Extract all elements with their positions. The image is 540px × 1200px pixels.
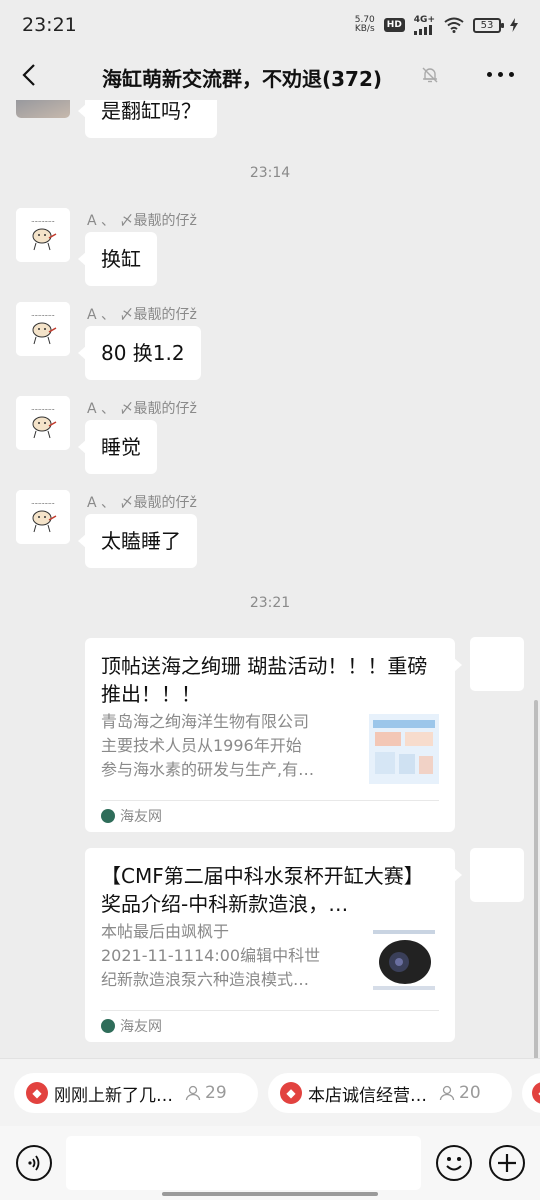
- message-list[interactable]: 是翻缸吗？ 23:14 ~~~~~~~ A 、 〆最靓的仔ž 换缸 ~~~~~~…: [0, 100, 540, 1058]
- red-tag-icon: ◆: [26, 1082, 48, 1104]
- chevron-left-icon: [22, 64, 35, 86]
- more-options-button[interactable]: [487, 72, 514, 77]
- link-card[interactable]: 【CMF第二届中科水泵杯开缸大赛】奖品介绍-中科新款造浪，… 本帖最后由飒枫于 …: [85, 848, 462, 1042]
- message-bubble[interactable]: 睡觉: [78, 420, 157, 474]
- status-bar: 23:21 5.70 KB/s HD 4G+ 53: [0, 0, 540, 50]
- card-thumbnail: [369, 924, 439, 994]
- card-desc-line: 2021-11-1114:00编辑中科世: [101, 946, 321, 965]
- group-quick-bar: ◆ 刚刚上新了几… 29 ◆ 本店诚信经营… 20 ◆: [0, 1058, 540, 1126]
- hd-icon: HD: [383, 18, 405, 32]
- self-avatar[interactable]: [470, 848, 524, 902]
- sender-name: A 、 〆最靓的仔ž: [87, 495, 197, 511]
- source-name: 海友网: [120, 809, 162, 825]
- avatar[interactable]: [16, 100, 70, 118]
- pill-text: 本店诚信经营…: [308, 1085, 427, 1106]
- plus-icon: [498, 1154, 516, 1172]
- self-avatar[interactable]: [470, 637, 524, 691]
- cartoon-avatar-icon: ~~~~~~~: [16, 208, 70, 262]
- pill-member-count: 20: [439, 1083, 481, 1103]
- red-tag-icon: ◆: [280, 1082, 302, 1104]
- sender-name: A 、 〆最靓的仔ž: [87, 401, 197, 417]
- svg-text:~~~~~~~: ~~~~~~~: [31, 407, 54, 412]
- card-source: 海友网: [101, 806, 162, 826]
- card-divider: [101, 1010, 439, 1011]
- speed-unit: KB/s: [354, 24, 375, 34]
- avatar[interactable]: ~~~~~~~: [16, 490, 70, 544]
- quick-link-pill[interactable]: ◆: [522, 1073, 540, 1113]
- red-tag-icon: ◆: [532, 1082, 540, 1104]
- mute-bell-icon: [422, 67, 438, 83]
- card-desc-line: 参与海水素的研发与生产,有…: [101, 760, 315, 779]
- person-icon: [439, 1085, 455, 1101]
- avatar[interactable]: ~~~~~~~: [16, 396, 70, 450]
- person-icon: [185, 1085, 201, 1101]
- card-thumbnail: [369, 714, 439, 784]
- svg-text:~~~~~~~: ~~~~~~~: [31, 501, 54, 506]
- card-divider: [101, 800, 439, 801]
- pill-member-count: 29: [185, 1083, 227, 1103]
- svg-text:~~~~~~~: ~~~~~~~: [31, 313, 54, 318]
- signal-icon: 4G+: [413, 14, 435, 35]
- card-title: 顶帖送海之绚珊 瑚盐活动！！！重磅推出！！！: [101, 654, 428, 706]
- timestamp: 23:21: [249, 595, 291, 611]
- sender-name: A 、 〆最靓的仔ž: [87, 307, 197, 323]
- input-bar: [0, 1126, 540, 1200]
- card-description: 青岛海之绚海洋生物有限公司 主要技术人员从1996年开始 参与海水素的研发与生产…: [101, 710, 353, 782]
- card-title: 【CMF第二届中科水泵杯开缸大赛】奖品介绍-中科新款造浪，…: [101, 864, 424, 916]
- card-desc-line: 青岛海之绚海洋生物有限公司: [101, 712, 310, 731]
- card-desc-line: 本帖最后由飒枫于: [101, 922, 230, 941]
- cartoon-avatar-icon: ~~~~~~~: [16, 396, 70, 450]
- message-bubble[interactable]: 太瞌睡了: [78, 514, 197, 568]
- voice-icon: [28, 1155, 40, 1171]
- status-icons: 5.70 KB/s HD 4G+ 53: [355, 14, 518, 35]
- back-button[interactable]: [14, 60, 44, 90]
- message-input[interactable]: [66, 1136, 421, 1190]
- chat-title: 海缸萌新交流群，不劝退(372): [102, 67, 383, 91]
- pill-text: 刚刚上新了几…: [54, 1085, 173, 1106]
- card-source: 海友网: [101, 1016, 162, 1036]
- card-desc-line: 主要技术人员从1996年开始: [101, 736, 302, 755]
- smiley-icon: [446, 1157, 462, 1171]
- wifi-icon: [444, 17, 464, 33]
- source-logo-icon: [101, 809, 115, 823]
- svg-text:~~~~~~~: ~~~~~~~: [31, 219, 54, 224]
- avatar[interactable]: ~~~~~~~: [16, 302, 70, 356]
- message-bubble[interactable]: 换缸: [78, 232, 157, 286]
- voice-input-button[interactable]: [16, 1145, 52, 1181]
- add-more-button[interactable]: [489, 1145, 525, 1181]
- sender-name: A 、 〆最靓的仔ž: [87, 213, 197, 229]
- avatar[interactable]: ~~~~~~~: [16, 208, 70, 262]
- network-type: 4G+: [413, 14, 435, 25]
- scrollbar[interactable]: [534, 700, 538, 1060]
- quick-link-pill[interactable]: ◆ 本店诚信经营… 20: [268, 1073, 512, 1113]
- cartoon-avatar-icon: ~~~~~~~: [16, 490, 70, 544]
- timestamp: 23:14: [249, 165, 291, 181]
- network-speed: 5.70 KB/s: [355, 16, 375, 34]
- pill-count-value: 29: [205, 1083, 227, 1103]
- cartoon-avatar-icon: ~~~~~~~: [16, 302, 70, 356]
- card-description: 本帖最后由飒枫于 2021-11-1114:00编辑中科世 纪新款造浪泵六种造浪…: [101, 920, 353, 992]
- emoji-button[interactable]: [436, 1145, 472, 1181]
- source-logo-icon: [101, 1019, 115, 1033]
- battery-level: 53: [480, 19, 494, 31]
- message-bubble[interactable]: 是翻缸吗？: [78, 100, 217, 138]
- home-indicator[interactable]: [162, 1192, 378, 1196]
- quick-link-pill[interactable]: ◆ 刚刚上新了几… 29: [14, 1073, 258, 1113]
- source-name: 海友网: [120, 1019, 162, 1035]
- chat-header: 海缸萌新交流群，不劝退(372): [0, 50, 540, 100]
- card-desc-line: 纪新款造浪泵六种造浪模式…: [101, 970, 310, 989]
- pill-count-value: 20: [459, 1083, 481, 1103]
- status-time: 23:21: [22, 14, 77, 36]
- message-bubble[interactable]: 80 换1.2: [78, 326, 201, 380]
- battery-icon: 53: [473, 17, 504, 33]
- link-card[interactable]: 顶帖送海之绚珊 瑚盐活动！！！重磅推出！！！ 青岛海之绚海洋生物有限公司 主要技…: [85, 638, 462, 832]
- charging-icon: [510, 18, 518, 32]
